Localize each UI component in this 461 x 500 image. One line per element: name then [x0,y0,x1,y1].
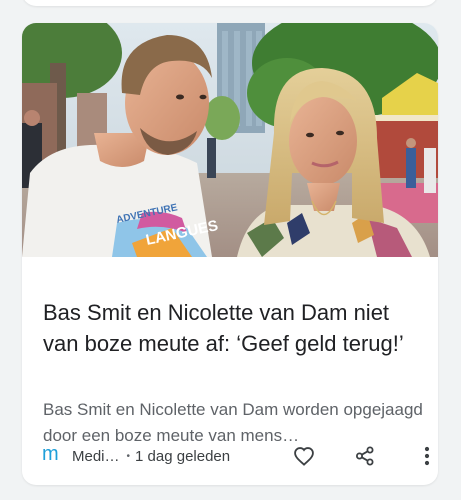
source-name[interactable]: Medi… [72,448,120,465]
like-button[interactable] [289,441,319,471]
source-logo[interactable]: m [42,443,64,466]
previous-card-edge [22,0,438,6]
article-thumbnail[interactable]: ADVENTURE LANGUES [22,23,438,257]
published-time: 1 dag geleden [135,447,231,465]
meta-separator: • [126,450,131,462]
more-vert-icon [424,446,430,466]
news-card[interactable]: ADVENTURE LANGUES Bas Smit en Nicolette … [22,23,438,485]
heart-outline-icon [294,447,314,466]
article-meta-row: m Medi… • 1 dag geleden [42,441,430,471]
share-icon [356,446,374,466]
share-button[interactable] [350,441,380,471]
more-options-button[interactable] [412,441,438,471]
article-headline[interactable]: Bas Smit en Nicolette van Dam niet van b… [43,297,423,359]
